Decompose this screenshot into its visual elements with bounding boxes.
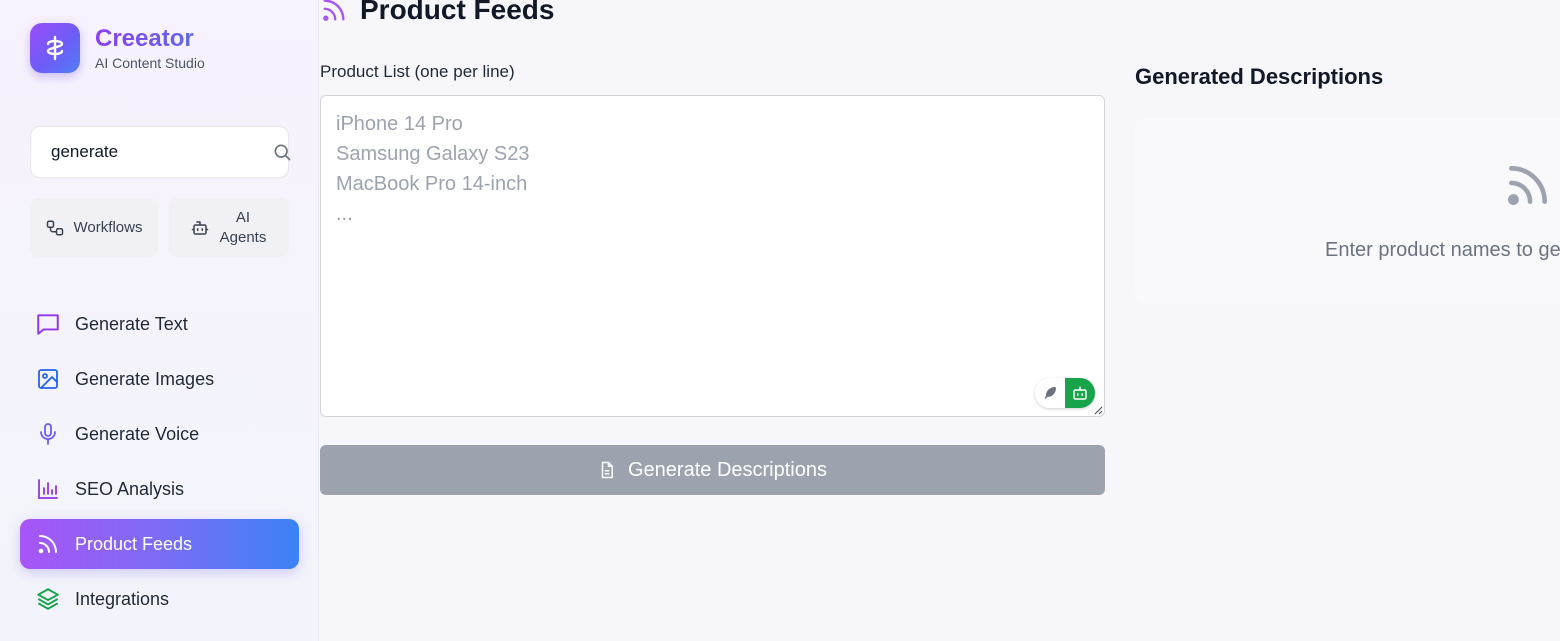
generate-descriptions-button[interactable]: Generate Descriptions — [320, 445, 1105, 495]
sidebar-item-seo-analysis[interactable]: SEO Analysis — [20, 464, 299, 514]
rss-icon — [1503, 160, 1553, 210]
sidebar-item-label: Product Feeds — [75, 533, 193, 554]
feather-icon[interactable] — [1035, 378, 1065, 408]
brand[interactable]: Creeator AI Content Studio — [30, 23, 205, 73]
rss-icon — [320, 0, 348, 24]
layers-icon — [35, 586, 61, 612]
sidebar-item-generate-images[interactable]: Generate Images — [20, 354, 299, 404]
sidebar-item-label: Integrations — [75, 588, 170, 609]
message-square-icon — [35, 311, 61, 337]
sidebar-item-integrations[interactable]: Integrations — [20, 574, 299, 624]
resize-handle-icon[interactable] — [1093, 405, 1103, 415]
product-list-field — [320, 95, 1105, 417]
sidebar-item-product-feeds[interactable]: Product Feeds — [20, 519, 299, 569]
bot-icon[interactable] — [1065, 378, 1095, 408]
sidebar-item-label: Generate Text — [75, 313, 188, 334]
workflows-label: Workflows — [73, 219, 143, 236]
ai-agents-label: AI Agents — [219, 208, 267, 246]
image-icon — [35, 366, 61, 392]
results-panel — [1135, 118, 1560, 304]
document-icon — [598, 460, 616, 480]
app-subtitle: AI Content Studio — [95, 55, 205, 71]
results-title: Generated Descriptions — [1135, 64, 1384, 89]
search-icon[interactable] — [272, 142, 292, 162]
page-title: Product Feeds — [360, 0, 555, 25]
sidebar-nav: Generate Text Generate Images Generate V… — [20, 299, 299, 629]
sidebar-item-generate-voice[interactable]: Generate Voice — [20, 409, 299, 459]
sidebar-item-label: Generate Voice — [75, 423, 200, 444]
writing-assistant-widget[interactable] — [1035, 378, 1095, 408]
rss-icon — [35, 531, 61, 557]
bar-chart-icon — [35, 476, 61, 502]
app-name: Creeator — [95, 25, 205, 53]
results-empty-text: Enter product names to ge — [1325, 239, 1560, 261]
ai-agents-button[interactable]: AI Agents — [169, 198, 289, 257]
workflow-icon — [46, 219, 64, 237]
workflows-button[interactable]: Workflows — [30, 198, 158, 257]
product-list-label: Product List (one per line) — [320, 62, 515, 81]
product-list-textarea[interactable] — [321, 96, 1104, 416]
bot-icon — [191, 219, 209, 237]
sidebar-item-label: SEO Analysis — [75, 478, 185, 499]
sidebar-item-label: Generate Images — [75, 368, 215, 389]
logo-icon — [30, 23, 80, 73]
search-input[interactable] — [51, 142, 272, 162]
sidebar-search — [30, 126, 292, 178]
main-content: Product Feeds Product List (one per line… — [320, 0, 1560, 641]
page-header: Product Feeds — [320, 0, 554, 28]
generate-button-label: Generate Descriptions — [628, 458, 827, 481]
sidebar-item-generate-text[interactable]: Generate Text — [20, 299, 299, 349]
microphone-icon — [35, 421, 61, 447]
sidebar: Creeator AI Content Studio Workflows — [0, 0, 319, 641]
